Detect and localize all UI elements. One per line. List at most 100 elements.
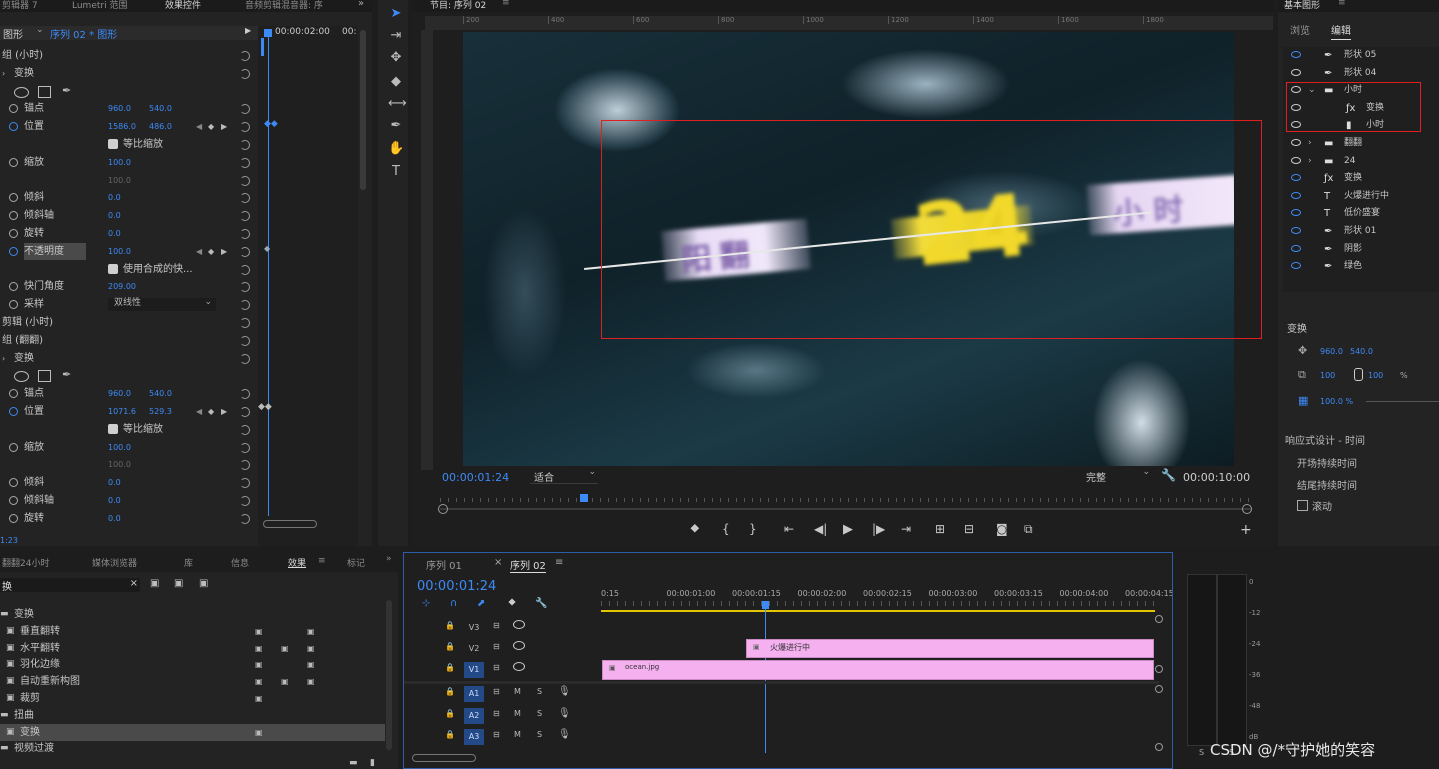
ec-row[interactable]: 采样 双线性 ⌄ <box>0 296 258 313</box>
eye-icon[interactable] <box>1291 174 1301 182</box>
reset-icon[interactable] <box>240 318 250 328</box>
mute-button[interactable]: M <box>514 709 521 718</box>
reset-icon[interactable] <box>240 264 250 275</box>
ec-value-1[interactable]: 0.0 <box>108 225 121 242</box>
checkbox-icon[interactable] <box>108 423 118 434</box>
delete-icon[interactable]: ▮ <box>370 758 375 768</box>
rectangle-mask-icon[interactable] <box>38 370 51 383</box>
32bit-filter-icon[interactable]: ▣ <box>174 578 183 589</box>
more-panels-icon[interactable]: » <box>358 0 364 9</box>
lock-icon[interactable]: 🔒 <box>445 730 455 739</box>
track-select-icon[interactable]: ⇥ <box>388 28 404 44</box>
reset-icon[interactable] <box>240 424 250 435</box>
track-label[interactable]: A3 <box>464 729 484 745</box>
sync-lock-icon[interactable]: ⊟ <box>493 663 500 672</box>
pen-icon[interactable]: ✒ <box>388 118 404 134</box>
eg-scale-x[interactable]: 100 <box>1320 371 1335 380</box>
ec-row[interactable]: 锚点 960.0 540.0 <box>0 100 258 117</box>
sequence-clip-label[interactable]: 序列 02 * 图形 <box>50 26 117 41</box>
reset-icon[interactable] <box>240 282 250 293</box>
layer-row[interactable]: › ▬ 24 <box>1283 153 1439 170</box>
ec-value-1[interactable]: 100.0 <box>108 243 131 260</box>
add-keyframe-icon[interactable]: ◆ <box>208 403 214 420</box>
close-icon[interactable]: × <box>494 557 502 568</box>
layer-row[interactable]: T 火爆进行中 <box>1283 188 1439 205</box>
effect-item[interactable]: ▣ 水平翻转 ▣ ▣ ▣ <box>0 640 385 657</box>
reset-icon[interactable] <box>240 246 250 257</box>
prev-keyframe-icon[interactable]: ◀ <box>196 403 202 420</box>
next-keyframe-icon[interactable]: ▶ <box>221 403 227 420</box>
layer-row[interactable]: ƒx 变换 <box>1283 170 1439 187</box>
reset-icon[interactable] <box>240 407 250 417</box>
ec-value-1[interactable]: 960.0 <box>108 100 131 117</box>
chevron-right-icon[interactable]: › <box>1308 153 1312 170</box>
new-bin-icon[interactable]: ▬ <box>349 758 358 768</box>
pen-mask-icon[interactable]: ✒ <box>62 368 71 381</box>
reset-icon[interactable] <box>240 496 250 506</box>
stopwatch-icon[interactable] <box>9 193 18 203</box>
microphone-icon[interactable]: 🎙 <box>558 729 571 740</box>
stopwatch-icon[interactable] <box>9 513 18 523</box>
checkbox-icon[interactable] <box>108 139 118 149</box>
track-scroll-handle[interactable] <box>1155 615 1163 623</box>
sync-lock-icon[interactable]: ⊟ <box>493 730 500 739</box>
reset-icon[interactable] <box>240 478 250 489</box>
layer-row[interactable]: ✒ 绿色 <box>1283 258 1439 275</box>
timeline-ruler[interactable]: 0:15 00:00:01:00 00:00:01:15 00:00:02:00 00:… <box>601 589 1172 609</box>
stopwatch-icon[interactable] <box>9 157 18 167</box>
play-icon[interactable]: ▶ <box>843 522 853 537</box>
tab-effects[interactable]: 效果 <box>288 556 306 569</box>
stopwatch-icon[interactable] <box>9 407 18 416</box>
reset-icon[interactable] <box>240 513 250 524</box>
eg-pos-x[interactable]: 960.0 <box>1320 347 1343 356</box>
ec-fx-label[interactable]: 变换 <box>14 65 34 82</box>
tab-effect-controls[interactable]: 效果控件 <box>165 0 201 11</box>
track-header[interactable]: 🔒 V2 ⊟ <box>403 638 598 659</box>
ec-mini-timeline[interactable]: 00:00:02:00 00: ◆◆ ◆ ◆◆ <box>258 26 358 546</box>
ec-row[interactable]: 倾斜轴 0.0 <box>0 492 258 509</box>
ec-row[interactable]: 旋转 0.0 <box>0 225 258 242</box>
panel-menu-icon[interactable]: ≡ <box>502 0 510 8</box>
checkbox-icon[interactable] <box>108 263 118 274</box>
sampling-dropdown[interactable]: 双线性 ⌄ <box>108 297 216 312</box>
program-scrub-bar[interactable] <box>438 494 1252 514</box>
fit-dropdown[interactable]: 适合 ⌄ <box>530 467 598 484</box>
stopwatch-icon[interactable] <box>9 104 18 114</box>
zoom-handle[interactable] <box>1242 504 1252 514</box>
effect-folder[interactable]: ▬ 变换 <box>0 606 385 623</box>
lock-icon[interactable]: 🔒 <box>445 709 455 718</box>
ec-vertical-scrollbar[interactable] <box>360 30 366 190</box>
layer-row[interactable]: T 低价盛宴 <box>1283 205 1439 222</box>
mute-button[interactable]: M <box>514 730 521 739</box>
stopwatch-icon[interactable] <box>9 442 18 452</box>
wrench-icon[interactable]: 🔧 <box>1161 468 1176 482</box>
ec-row[interactable]: 100.0 <box>0 172 258 189</box>
add-marker-icon[interactable]: ⯁ <box>508 598 516 609</box>
ec-row[interactable]: 快门角度 209.00 <box>0 278 258 295</box>
eye-icon[interactable] <box>1291 262 1301 270</box>
layer-row[interactable]: ✒ 阴影 <box>1283 241 1439 258</box>
ec-value-1[interactable]: 1071.6 <box>108 403 136 420</box>
clear-search-icon[interactable]: × <box>130 578 138 589</box>
go-to-out-icon[interactable]: ⇥ <box>901 522 911 536</box>
ec-group-label[interactable]: 剪辑 (小时) <box>2 314 53 331</box>
reset-icon[interactable] <box>240 68 250 79</box>
track-label[interactable]: V3 <box>464 620 484 636</box>
track-scroll-handle[interactable] <box>1155 685 1163 693</box>
stopwatch-icon[interactable] <box>9 246 18 256</box>
ec-value-1[interactable]: 0.0 <box>108 474 121 491</box>
ec-row[interactable]: 位置 1071.6 529.3 ◀ ◆ ▶ <box>0 403 258 420</box>
linked-selection-icon[interactable]: ∩ <box>450 598 457 609</box>
eg-opacity[interactable]: 100.0 % <box>1320 397 1353 406</box>
mark-in-icon[interactable]: { <box>722 522 730 536</box>
ec-row[interactable]: 剪辑 (小时) <box>0 314 258 331</box>
eye-icon[interactable] <box>1291 139 1301 146</box>
reset-icon[interactable] <box>240 157 250 168</box>
stopwatch-icon[interactable] <box>9 282 18 292</box>
program-playhead[interactable] <box>580 494 588 502</box>
effect-item[interactable]: ▣ 自动重新构图 ▣ ▣ ▣ <box>0 673 385 690</box>
timeline-h-scroll[interactable] <box>412 754 476 762</box>
track-label[interactable]: A1 <box>464 686 484 702</box>
reset-icon[interactable] <box>240 122 250 133</box>
panel-menu-icon[interactable]: ≡ <box>555 557 563 568</box>
